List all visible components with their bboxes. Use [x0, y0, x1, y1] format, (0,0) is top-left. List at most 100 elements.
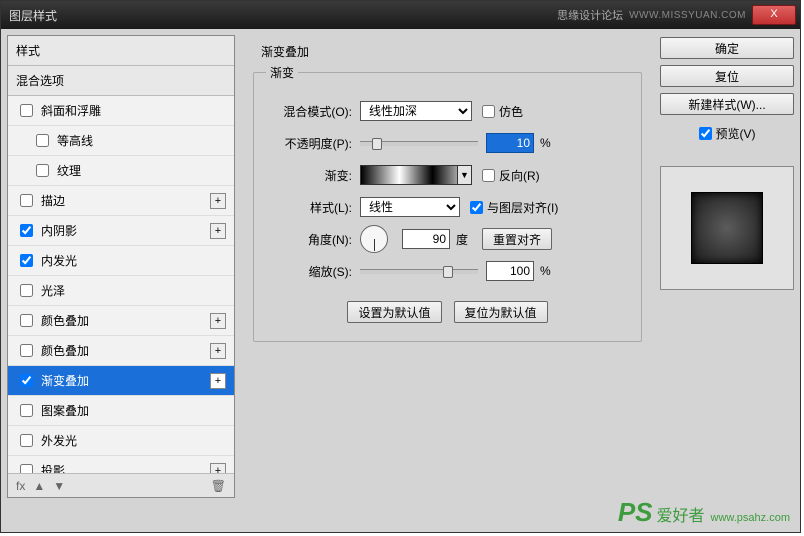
- effect-label: 投影: [41, 462, 210, 473]
- styles-panel: 样式 混合选项 斜面和浮雕等高线纹理描边+内阴影+内发光光泽颜色叠加+颜色叠加+…: [7, 35, 235, 498]
- effect-row-2[interactable]: 纹理: [8, 156, 234, 186]
- effect-row-0[interactable]: 斜面和浮雕: [8, 96, 234, 126]
- effects-list: 斜面和浮雕等高线纹理描边+内阴影+内发光光泽颜色叠加+颜色叠加+渐变叠加+图案叠…: [8, 96, 234, 473]
- gradient-fieldset: 渐变 混合模式(O): 线性加深 仿色 不透明度(P): % 渐变: ▼ 反向(…: [253, 64, 642, 342]
- add-effect-icon[interactable]: +: [210, 313, 226, 329]
- move-down-icon[interactable]: ▼: [53, 479, 65, 493]
- scale-pct: %: [540, 264, 551, 278]
- trash-icon[interactable]: 🗑: [211, 479, 226, 493]
- blend-options[interactable]: 混合选项: [8, 66, 234, 96]
- watermark-ps: PS: [618, 497, 653, 528]
- effect-label: 光泽: [41, 282, 226, 299]
- opacity-input[interactable]: [486, 133, 534, 153]
- effect-label: 渐变叠加: [41, 372, 210, 389]
- gradient-dropdown-icon[interactable]: ▼: [457, 166, 471, 184]
- add-effect-icon[interactable]: +: [210, 373, 226, 389]
- watermark-dom: www.psahz.com: [711, 512, 790, 524]
- preview-checkbox[interactable]: [699, 125, 712, 142]
- cancel-button[interactable]: 复位: [660, 65, 794, 87]
- effect-row-11[interactable]: 外发光: [8, 426, 234, 456]
- add-effect-icon[interactable]: +: [210, 463, 226, 474]
- effect-label: 等高线: [57, 132, 226, 149]
- effect-label: 内发光: [41, 252, 226, 269]
- effect-row-9[interactable]: 渐变叠加+: [8, 366, 234, 396]
- angle-dial[interactable]: [360, 225, 388, 253]
- scale-input[interactable]: [486, 261, 534, 281]
- effect-label: 内阴影: [41, 222, 210, 239]
- opacity-label: 不透明度(P):: [266, 135, 360, 152]
- angle-deg: 度: [456, 231, 468, 248]
- opacity-thumb[interactable]: [372, 138, 382, 150]
- reverse-checkbox[interactable]: [482, 169, 495, 182]
- dither-label: 仿色: [499, 103, 523, 120]
- angle-input[interactable]: [402, 229, 450, 249]
- effect-checkbox[interactable]: [36, 134, 49, 147]
- section-title: 渐变叠加: [261, 43, 642, 60]
- effect-row-12[interactable]: 投影+: [8, 456, 234, 473]
- gradient-preview[interactable]: ▼: [360, 165, 472, 185]
- style-select[interactable]: 线性: [360, 197, 460, 217]
- watermark-cn: 爱好者: [657, 502, 705, 526]
- effect-checkbox[interactable]: [20, 104, 33, 117]
- effect-checkbox[interactable]: [20, 314, 33, 327]
- effect-checkbox[interactable]: [36, 164, 49, 177]
- move-up-icon[interactable]: ▲: [33, 479, 45, 493]
- scale-thumb[interactable]: [443, 266, 453, 278]
- actions-panel: 确定 复位 新建样式(W)... 预览(V): [660, 35, 794, 498]
- reset-align-button[interactable]: 重置对齐: [482, 228, 552, 250]
- effect-row-7[interactable]: 颜色叠加+: [8, 306, 234, 336]
- align-checkbox[interactable]: [470, 201, 483, 214]
- effect-label: 图案叠加: [41, 402, 226, 419]
- preview-label: 预览(V): [716, 125, 756, 142]
- layer-style-dialog: 图层样式 思缘设计论坛 WWW.MISSYUAN.COM X 样式 混合选项 斜…: [0, 0, 801, 533]
- settings-panel: 渐变叠加 渐变 混合模式(O): 线性加深 仿色 不透明度(P): % 渐变: …: [241, 35, 654, 498]
- scale-label: 缩放(S):: [266, 263, 360, 280]
- effect-checkbox[interactable]: [20, 404, 33, 417]
- effect-label: 纹理: [57, 162, 226, 179]
- preview-swatch: [691, 192, 763, 264]
- effect-row-1[interactable]: 等高线: [8, 126, 234, 156]
- new-style-button[interactable]: 新建样式(W)...: [660, 93, 794, 115]
- titlebar: 图层样式 思缘设计论坛 WWW.MISSYUAN.COM X: [1, 1, 800, 29]
- angle-label: 角度(N):: [266, 231, 360, 248]
- effect-row-6[interactable]: 光泽: [8, 276, 234, 306]
- add-effect-icon[interactable]: +: [210, 193, 226, 209]
- gradient-label: 渐变:: [266, 167, 360, 184]
- effect-row-8[interactable]: 颜色叠加+: [8, 336, 234, 366]
- opacity-slider[interactable]: [360, 141, 478, 146]
- effect-row-5[interactable]: 内发光: [8, 246, 234, 276]
- align-label: 与图层对齐(I): [487, 199, 558, 216]
- watermark: PS 爱好者 www.psahz.com: [618, 497, 790, 528]
- effect-label: 颜色叠加: [41, 342, 210, 359]
- gradient-swatch[interactable]: [361, 166, 457, 184]
- add-effect-icon[interactable]: +: [210, 343, 226, 359]
- effect-checkbox[interactable]: [20, 254, 33, 267]
- blend-mode-select[interactable]: 线性加深: [360, 101, 472, 121]
- effect-checkbox[interactable]: [20, 224, 33, 237]
- effect-row-4[interactable]: 内阴影+: [8, 216, 234, 246]
- style-label: 样式(L):: [266, 199, 360, 216]
- forum-name: 思缘设计论坛: [557, 7, 623, 23]
- ok-button[interactable]: 确定: [660, 37, 794, 59]
- effect-checkbox[interactable]: [20, 284, 33, 297]
- effect-row-10[interactable]: 图案叠加: [8, 396, 234, 426]
- reset-default-button[interactable]: 复位为默认值: [454, 301, 548, 323]
- effect-label: 外发光: [41, 432, 226, 449]
- close-button[interactable]: X: [752, 5, 796, 25]
- effect-checkbox[interactable]: [20, 434, 33, 447]
- scale-slider[interactable]: [360, 269, 478, 274]
- effect-checkbox[interactable]: [20, 464, 33, 473]
- dither-checkbox[interactable]: [482, 105, 495, 118]
- effect-checkbox[interactable]: [20, 194, 33, 207]
- effect-row-3[interactable]: 描边+: [8, 186, 234, 216]
- dialog-body: 样式 混合选项 斜面和浮雕等高线纹理描边+内阴影+内发光光泽颜色叠加+颜色叠加+…: [1, 29, 800, 504]
- styles-header[interactable]: 样式: [8, 36, 234, 66]
- effect-checkbox[interactable]: [20, 344, 33, 357]
- effect-label: 描边: [41, 192, 210, 209]
- set-default-button[interactable]: 设置为默认值: [347, 301, 441, 323]
- blend-mode-label: 混合模式(O):: [266, 103, 360, 120]
- add-effect-icon[interactable]: +: [210, 223, 226, 239]
- effects-footer: fx ▲ ▼ 🗑: [8, 473, 234, 497]
- effect-checkbox[interactable]: [20, 374, 33, 387]
- fx-icon[interactable]: fx: [16, 479, 25, 493]
